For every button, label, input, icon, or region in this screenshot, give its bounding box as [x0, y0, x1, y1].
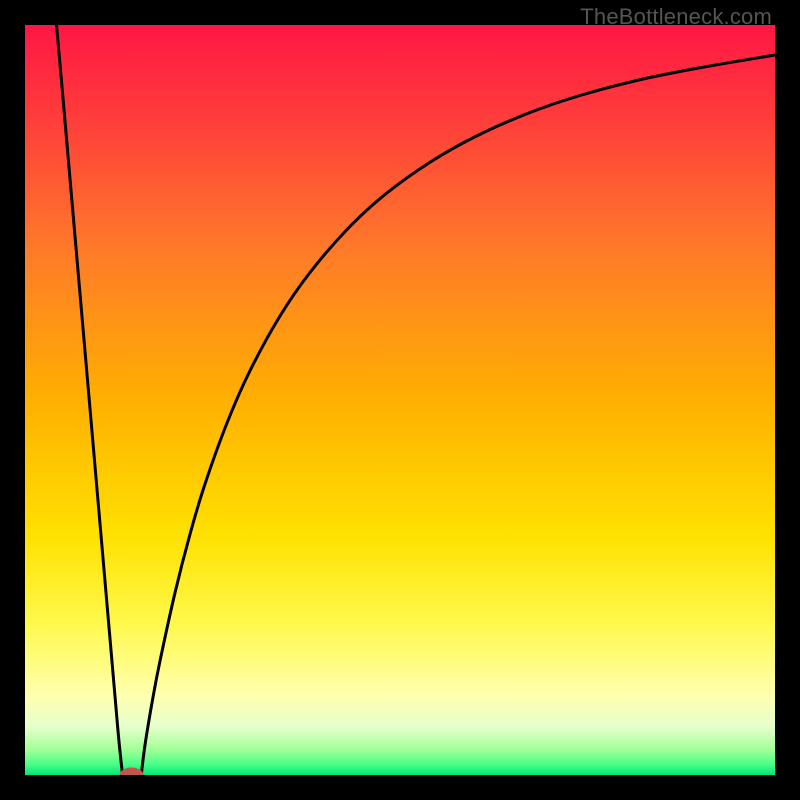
chart-frame: TheBottleneck.com: [0, 0, 800, 800]
gradient-background: [25, 25, 775, 775]
watermark-text: TheBottleneck.com: [580, 4, 772, 30]
chart-plot: [25, 25, 775, 775]
